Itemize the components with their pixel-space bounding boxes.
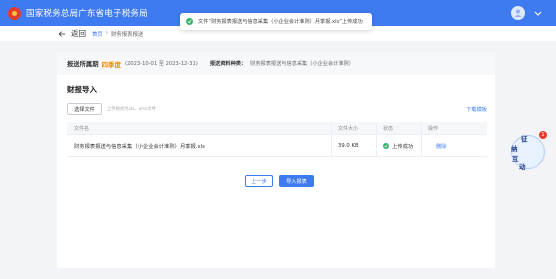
chevron-down-icon[interactable] (529, 6, 547, 20)
table-header: 文件名 文件大小 状态 操作 (67, 122, 487, 135)
delete-link[interactable]: 删除 (436, 142, 447, 150)
breadcrumb-current: 财务报表报送 (110, 32, 144, 38)
table-row: 财务报表报送与信息采集（小企业会计准则）月季报.xls 39.0 KB 上传成功… (67, 135, 487, 157)
brand-title: 国家税务总局广东省电子税务局 (26, 9, 148, 19)
assistant-char-3: 互 (512, 155, 519, 163)
file-name-cell: 财务报表报送与信息采集（小企业会计准则）月季报.xls (67, 135, 332, 156)
file-action-cell: 删除 (422, 135, 487, 156)
header-filename: 文件名 (67, 122, 332, 134)
tax-logo-icon (8, 6, 21, 20)
file-table: 文件名 文件大小 状态 操作 财务报表报送与信息采集（小企业会计准则）月季报.x… (67, 122, 487, 157)
file-size-cell: 39.0 KB (332, 135, 377, 156)
back-label: 返回 (71, 29, 86, 38)
tax-assistant-widget[interactable]: 征 纳 互 动 1 (507, 131, 547, 171)
period-label: 报送所属期 (67, 61, 99, 68)
prev-step-button[interactable]: 上一步 (245, 175, 273, 187)
header-status: 状态 (377, 122, 422, 134)
file-status-cell: 上传成功 (377, 135, 422, 156)
import-report-button[interactable]: 导入报表 (279, 175, 314, 187)
breadcrumb-separator: › (105, 30, 108, 36)
status-text: 上传成功 (392, 143, 414, 150)
download-template-link[interactable]: 下载模板 (466, 106, 487, 113)
assistant-char-1: 征 (521, 135, 528, 143)
period-season: 四季度 (101, 60, 121, 69)
assistant-char-4: 动 (519, 163, 526, 171)
header-action: 操作 (428, 125, 439, 132)
notification-badge: 1 (539, 131, 547, 139)
arrow-left-icon (58, 30, 66, 37)
choose-file-button[interactable]: 选择文件 (67, 103, 102, 115)
report-type-label: 报送资料种类： (209, 61, 247, 67)
header-size: 文件大小 (332, 122, 377, 134)
breadcrumb: 首页 › 财务报表报送 (92, 30, 143, 38)
back-button[interactable]: 返回 (58, 28, 86, 39)
upload-success-toast: 文件“财务报表报送与信息采集（小企业会计准则）月季报.xls”上传成功 (180, 13, 372, 30)
main-card: 报送所属期 四季度 (2023-10-01 至 2023-12-31) 报送资料… (57, 52, 495, 268)
user-avatar-icon[interactable] (511, 6, 525, 20)
upload-hint: 上传格式为xls、xlsx文件 (107, 107, 156, 112)
report-type-value: 财务报表报送与信息采集（小企业会计准则） (250, 61, 354, 67)
period-bar: 报送所属期 四季度 (2023-10-01 至 2023-12-31) 报送资料… (57, 52, 495, 75)
check-circle-icon (383, 142, 389, 149)
check-circle-icon (186, 18, 193, 25)
section-title: 财报导入 (67, 85, 97, 94)
toast-message: 文件“财务报表报送与信息采集（小企业会计准则）月季报.xls”上传成功 (198, 19, 363, 25)
period-range: (2023-10-01 至 2023-12-31) (124, 61, 198, 67)
breadcrumb-home-link[interactable]: 首页 (92, 30, 103, 38)
assistant-char-2: 纳 (511, 145, 518, 153)
